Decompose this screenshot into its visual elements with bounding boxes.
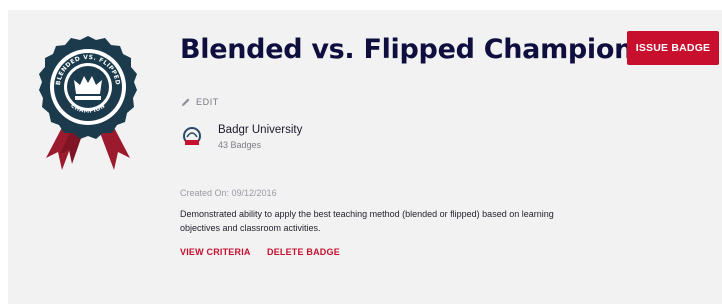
badge-description: Demonstrated ability to apply the best t… xyxy=(180,209,554,233)
view-criteria-link[interactable]: VIEW CRITERIA xyxy=(180,247,251,257)
edit-link[interactable]: EDIT xyxy=(181,97,219,107)
badge-image: BLENDED VS. FLIPPED CHAMPION xyxy=(39,36,137,170)
seal-icon xyxy=(39,36,137,139)
delete-badge-link[interactable]: DELETE BADGE xyxy=(267,247,340,257)
badgr-logo-icon xyxy=(183,127,201,145)
issuer-badge-count: 43 Badges xyxy=(218,140,262,150)
created-date: Created On: 09/12/2016 xyxy=(180,188,277,198)
badge-detail-card: BLENDED VS. FLIPPED CHAMPION Blended vs.… xyxy=(8,10,722,304)
issuer-name[interactable]: Badgr University xyxy=(218,124,302,136)
edit-label: EDIT xyxy=(196,97,219,107)
issue-badge-button[interactable]: ISSUE BADGE xyxy=(627,31,719,65)
page-title: Blended vs. Flipped Champion xyxy=(180,34,634,65)
pencil-icon xyxy=(182,98,190,106)
